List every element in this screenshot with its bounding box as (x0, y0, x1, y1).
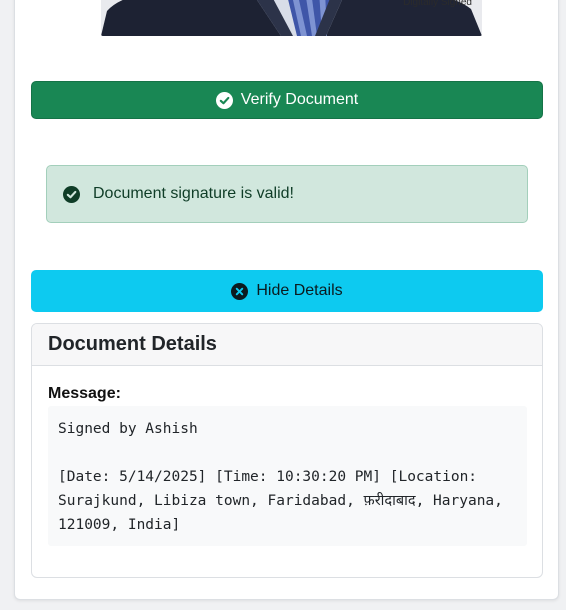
x-circle-icon (231, 282, 249, 300)
verify-document-button[interactable]: Verify Document (31, 81, 543, 119)
signature-valid-text: Document signature is valid! (93, 185, 294, 202)
document-details-card: Document Details Message: Signed by Ashi… (31, 323, 543, 578)
hide-details-label: Hide Details (256, 282, 343, 299)
verify-document-label: Verify Document (240, 91, 359, 108)
hide-details-button[interactable]: Hide Details (31, 270, 543, 312)
document-details-title: Document Details (32, 324, 542, 366)
message-label: Message: (48, 385, 121, 402)
check-circle-icon (215, 91, 233, 109)
signature-valid-alert: Document signature is valid! (46, 165, 528, 223)
check-circle-icon (63, 185, 80, 203)
photo-caption: Digitally Signed (403, 0, 472, 8)
signer-photo: Digitally Signed (101, 0, 482, 36)
message-content[interactable]: Signed by Ashish [Date: 5/14/2025] [Time… (48, 406, 527, 546)
